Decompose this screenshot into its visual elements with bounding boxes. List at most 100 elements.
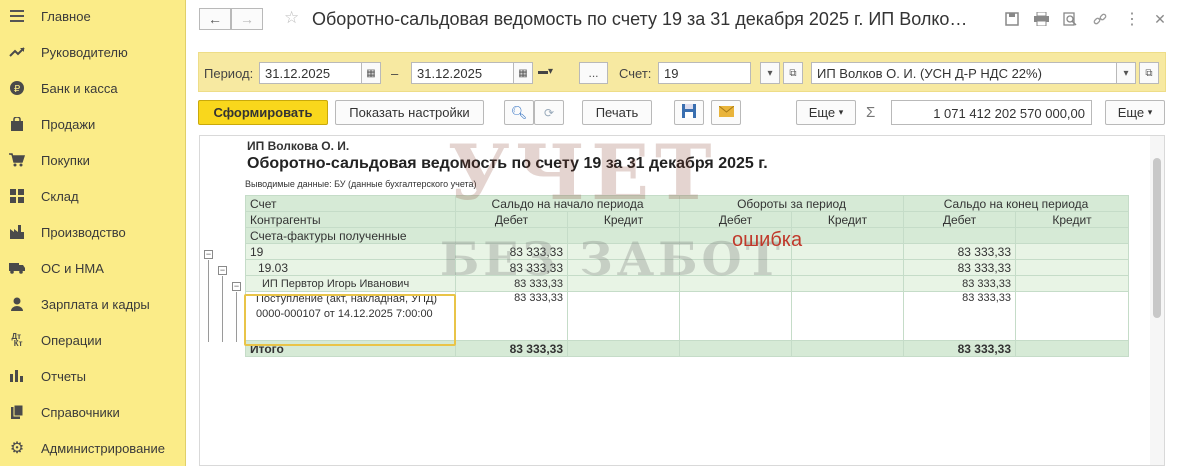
- more-button[interactable]: Еще ▾: [796, 100, 856, 125]
- account-open-button[interactable]: ⧉: [783, 62, 803, 84]
- sidebar-item-label: Зарплата и кадры: [41, 296, 150, 312]
- organization-open-button[interactable]: ⧉: [1139, 62, 1159, 84]
- preview-icon[interactable]: [1062, 11, 1078, 27]
- email-button[interactable]: [711, 100, 741, 125]
- person-icon: [9, 296, 25, 312]
- header-opening: Сальдо на начало периода: [455, 195, 680, 212]
- show-settings-button[interactable]: Показать настройки: [335, 100, 484, 125]
- organization-dropdown-button[interactable]: ▾: [1116, 62, 1136, 84]
- row-name: 19.03: [245, 259, 456, 276]
- sidebar-item-warehouse[interactable]: Склад: [0, 178, 186, 214]
- header-debit: Дебет: [903, 211, 1017, 228]
- header-invoices: Счета-фактуры полученные: [245, 227, 456, 244]
- ruble-icon: ₽: [9, 80, 25, 96]
- more-vertical-icon[interactable]: ⋮: [1124, 11, 1140, 28]
- sidebar-item-label: ОС и НМА: [41, 260, 104, 276]
- sidebar-item-label: Склад: [41, 188, 79, 204]
- account-dropdown-button[interactable]: ▾: [760, 62, 780, 84]
- sidebar-item-management[interactable]: Руководителю: [0, 34, 186, 70]
- generate-button[interactable]: Сформировать: [198, 100, 328, 125]
- sidebar-item-production[interactable]: Производство: [0, 214, 186, 250]
- sidebar-item-directories[interactable]: Справочники: [0, 394, 186, 430]
- period-dash: –: [391, 66, 399, 81]
- chevron-down-icon: ▾: [767, 67, 773, 79]
- sidebar-item-admin[interactable]: ⚙ Администрирование: [0, 430, 186, 466]
- save-button[interactable]: [674, 100, 704, 125]
- scrollbar-thumb[interactable]: [1153, 158, 1161, 318]
- row-name: ИП Первтор Игорь Иванович: [245, 275, 456, 292]
- sum-field[interactable]: 1 071 412 202 570 000,00: [891, 100, 1092, 125]
- period-select-button[interactable]: ...: [579, 62, 608, 84]
- table-row[interactable]: 19 83 333,33 83 333,33: [245, 243, 1130, 260]
- organization-field[interactable]: ИП Волков О. И. (УСН Д-Р НДС 22%): [811, 62, 1117, 84]
- sidebar-item-sales[interactable]: Продажи: [0, 106, 186, 142]
- chevron-down-icon: ▾: [1147, 107, 1153, 117]
- table-row[interactable]: 19.03 83 333,33 83 333,33: [245, 259, 1130, 276]
- search-icon: 🔍︎: [510, 104, 528, 120]
- find-button[interactable]: 🔍︎: [504, 100, 534, 125]
- collapse-toggle[interactable]: −: [218, 266, 227, 275]
- sidebar-item-main[interactable]: Главное: [0, 0, 186, 34]
- open-icon: ⧉: [789, 67, 797, 79]
- print-icon[interactable]: [1033, 11, 1049, 27]
- calendar-from-button[interactable]: ▦: [361, 62, 381, 84]
- sidebar-item-label: Производство: [41, 224, 126, 240]
- calendar-icon: ▦: [366, 67, 376, 79]
- error-annotation: ошибка: [732, 229, 803, 251]
- header-credit: Кредит: [790, 211, 905, 228]
- calendar-to-button[interactable]: ▦: [513, 62, 533, 84]
- sidebar-item-salary[interactable]: Зарплата и кадры: [0, 286, 186, 322]
- date-from-field[interactable]: 31.12.2025: [259, 62, 362, 84]
- open-icon: ⧉: [1145, 67, 1153, 79]
- search-next-icon: ⟳: [543, 105, 555, 120]
- report-area[interactable]: ИП Волкова О. И. Оборотно-сальдовая ведо…: [199, 135, 1165, 466]
- link-icon[interactable]: [1092, 11, 1108, 27]
- truck-icon: [9, 260, 25, 276]
- closing-debit: 83 333,33: [903, 275, 1017, 292]
- svg-text:₽: ₽: [14, 84, 21, 95]
- tree-line: [222, 276, 223, 342]
- closing-debit: 83 333,33: [903, 243, 1017, 260]
- sidebar-item-reports[interactable]: Отчеты: [0, 358, 186, 394]
- date-to-field[interactable]: 31.12.2025: [411, 62, 514, 84]
- envelope-icon: [718, 105, 734, 120]
- header-contragent: Контрагенты: [245, 211, 456, 228]
- closing-debit: 83 333,33: [903, 259, 1017, 276]
- forward-button[interactable]: →: [231, 8, 263, 30]
- sidebar-item-label: Руководителю: [41, 44, 128, 60]
- more-label: Еще: [808, 105, 836, 120]
- close-icon[interactable]: ✕: [1152, 11, 1168, 27]
- more-right-button[interactable]: Еще ▾: [1105, 100, 1165, 125]
- collapse-toggle[interactable]: −: [232, 282, 241, 291]
- sidebar-item-purchases[interactable]: Покупки: [0, 142, 186, 178]
- sidebar-item-operations[interactable]: Дт Кт Операции: [0, 322, 186, 358]
- closing-debit: 83 333,33: [903, 291, 1017, 341]
- sidebar-item-bank[interactable]: ₽ Банк и касса: [0, 70, 186, 106]
- sidebar-item-label: Главное: [41, 8, 91, 24]
- report-subtitle: Выводимые данные: БУ (данные бухгалтерск…: [245, 179, 477, 189]
- header-account: Счет: [245, 195, 456, 212]
- opening-debit: 83 333,33: [455, 291, 568, 341]
- scrollbar[interactable]: [1150, 136, 1164, 465]
- star-icon[interactable]: ☆: [284, 8, 299, 28]
- period-type-button[interactable]: ▬▾: [538, 66, 568, 80]
- collapse-toggle[interactable]: −: [204, 250, 213, 259]
- print-button[interactable]: Печать: [582, 100, 652, 125]
- trend-icon: [9, 44, 25, 60]
- sidebar-item-label: Продажи: [41, 116, 96, 132]
- sidebar-item-assets[interactable]: ОС и НМА: [0, 250, 186, 286]
- find-next-button[interactable]: ⟳: [534, 100, 564, 125]
- warehouse-icon: [9, 188, 25, 204]
- save-icon[interactable]: [1004, 11, 1020, 27]
- sidebar-item-label: Банк и касса: [41, 80, 118, 96]
- table-row[interactable]: ИП Первтор Игорь Иванович 83 333,33 83 3…: [245, 275, 1130, 292]
- table-header-row: Счет Сальдо на начало периода Обороты за…: [245, 195, 1130, 212]
- books-icon: [9, 404, 25, 420]
- table-header-row: Контрагенты Дебет Кредит Дебет Кредит Де…: [245, 211, 1130, 228]
- back-button[interactable]: ←: [199, 8, 231, 30]
- header-debit: Дебет: [679, 211, 792, 228]
- opening-debit: 83 333,33: [455, 275, 568, 292]
- account-field[interactable]: 19: [658, 62, 751, 84]
- sidebar-item-label: Справочники: [41, 404, 120, 420]
- highlight-box: [244, 294, 456, 346]
